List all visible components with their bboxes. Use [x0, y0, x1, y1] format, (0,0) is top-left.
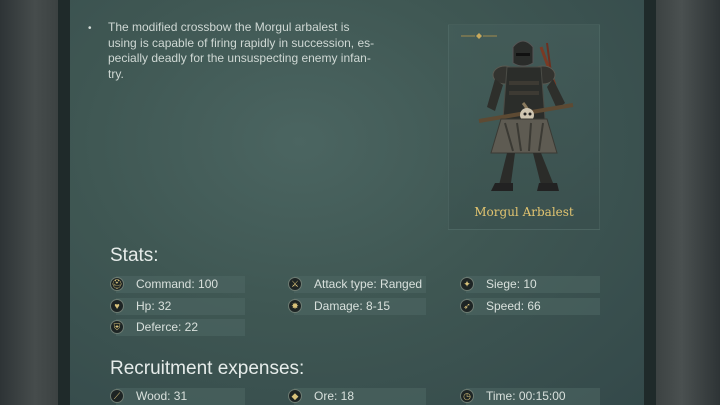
background-left — [0, 0, 58, 405]
stat-damage: ✸ Damage: 8-15 — [288, 298, 426, 315]
expense-wood-label: Wood: 31 — [136, 389, 188, 403]
stat-siege-label: Siege: 10 — [486, 277, 537, 291]
stat-command: ⛑ Command: 100 — [110, 276, 245, 293]
unit-description: • The modified crossbow the Morgul arbal… — [88, 20, 408, 82]
description-line: The modified crossbow the Morgul arbales… — [108, 20, 350, 34]
stat-hp: ♥ Hp: 32 — [110, 298, 245, 315]
expense-ore-label: Ore: 18 — [314, 389, 355, 403]
arbalest-figure-image — [478, 40, 574, 191]
panel-border-right — [644, 0, 656, 405]
shield-icon: ⛨ — [110, 320, 124, 334]
ornament-icon — [461, 33, 497, 39]
description-line: pecially deadly for the unsuspecting ene… — [108, 51, 371, 65]
panel-border-left — [58, 0, 70, 405]
stats-title: Stats: — [110, 245, 159, 266]
expense-time-label: Time: 00:15:00 — [486, 389, 566, 403]
clock-icon: ◷ — [460, 389, 474, 403]
helmet-icon: ⛑ — [110, 277, 124, 291]
background-right — [656, 0, 720, 405]
ore-icon: ◆ — [288, 389, 302, 403]
description-line: try. — [108, 66, 124, 81]
expense-time: ◷ Time: 00:15:00 — [460, 388, 600, 405]
heart-icon: ♥ — [110, 299, 124, 313]
stat-speed-label: Speed: 66 — [486, 299, 541, 313]
stat-attack-type-label: Attack type: Ranged — [314, 277, 423, 291]
unit-info-panel: • The modified crossbow the Morgul arbal… — [70, 0, 644, 405]
unit-portrait: Morgul Arbalest — [448, 24, 600, 230]
stat-command-label: Command: 100 — [136, 277, 219, 291]
boot-icon: ➶ — [460, 299, 474, 313]
stat-damage-label: Damage: 8-15 — [314, 299, 391, 313]
stat-attack-type: ⚔ Attack type: Ranged — [288, 276, 426, 293]
stat-speed: ➶ Speed: 66 — [460, 298, 600, 315]
crossed-swords-icon: ⚔ — [288, 277, 302, 291]
stat-hp-label: Hp: 32 — [136, 299, 172, 313]
description-line: using is capable of firing rapidly in su… — [108, 35, 375, 50]
expense-ore: ◆ Ore: 18 — [288, 388, 426, 405]
expense-wood: ⟋ Wood: 31 — [110, 388, 245, 405]
burst-icon: ✸ — [288, 299, 302, 313]
recruitment-expenses-title: Recruitment expenses: — [110, 358, 305, 379]
stat-siege: ✦ Siege: 10 — [460, 276, 600, 293]
wood-icon: ⟋ — [110, 389, 124, 403]
stat-defence-label: Deferce: 22 — [136, 320, 199, 334]
bullet-point: • — [88, 23, 92, 34]
stat-defence: ⛨ Deferce: 22 — [110, 319, 245, 336]
catapult-icon: ✦ — [460, 277, 474, 291]
unit-name-label: Morgul Arbalest — [474, 205, 574, 219]
